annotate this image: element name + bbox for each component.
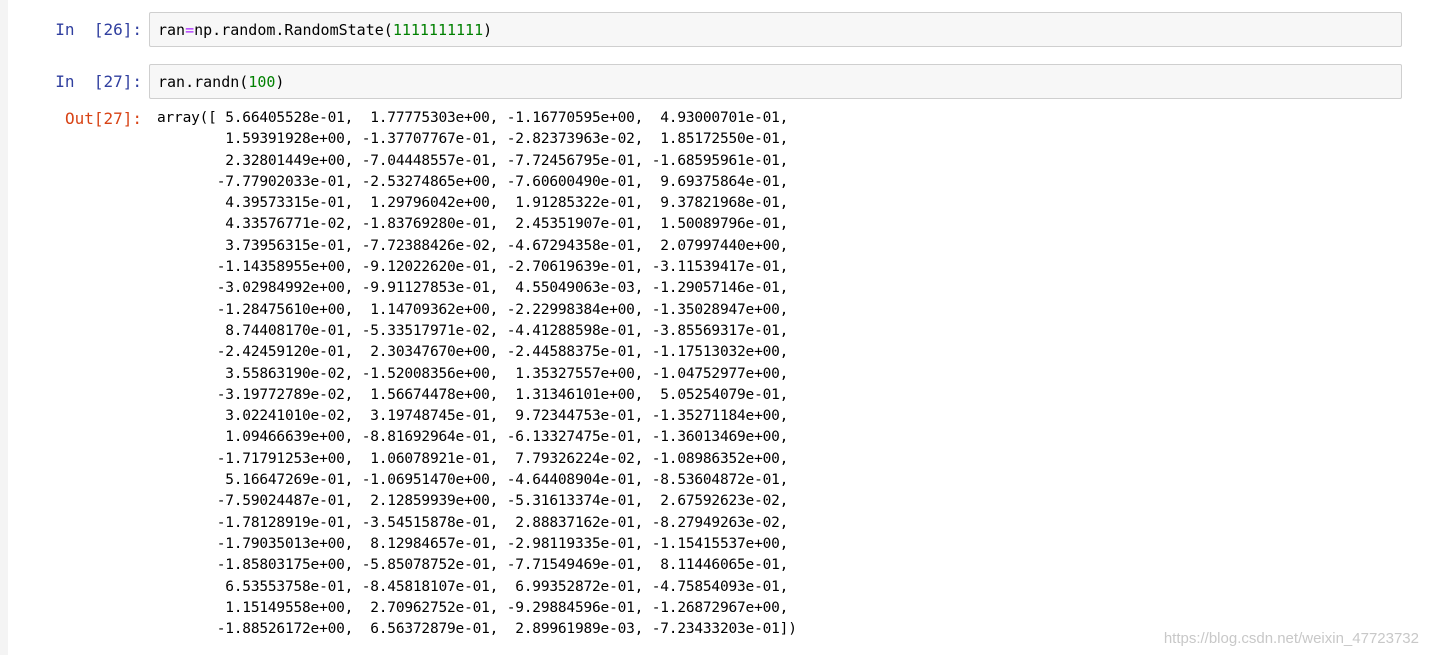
input-prompt: In [26]:: [55, 20, 142, 39]
notebook-left-margin: [0, 0, 8, 655]
code-input-area[interactable]: ran.randn(100): [149, 64, 1402, 99]
code-input-area[interactable]: ran=np.random.RandomState(1111111111): [149, 12, 1402, 47]
output-prompt: Out[27]:: [64, 109, 142, 128]
output-array-text: array([ 5.66405528e-01, 1.77775303e+00, …: [157, 110, 797, 638]
code-line[interactable]: ran=np.random.RandomState(1111111111): [158, 21, 492, 39]
watermark-text: https://blog.csdn.net/weixin_47723732: [1163, 630, 1419, 647]
input-prompt: In [27]:: [55, 72, 142, 91]
code-line[interactable]: ran.randn(100): [158, 73, 284, 91]
